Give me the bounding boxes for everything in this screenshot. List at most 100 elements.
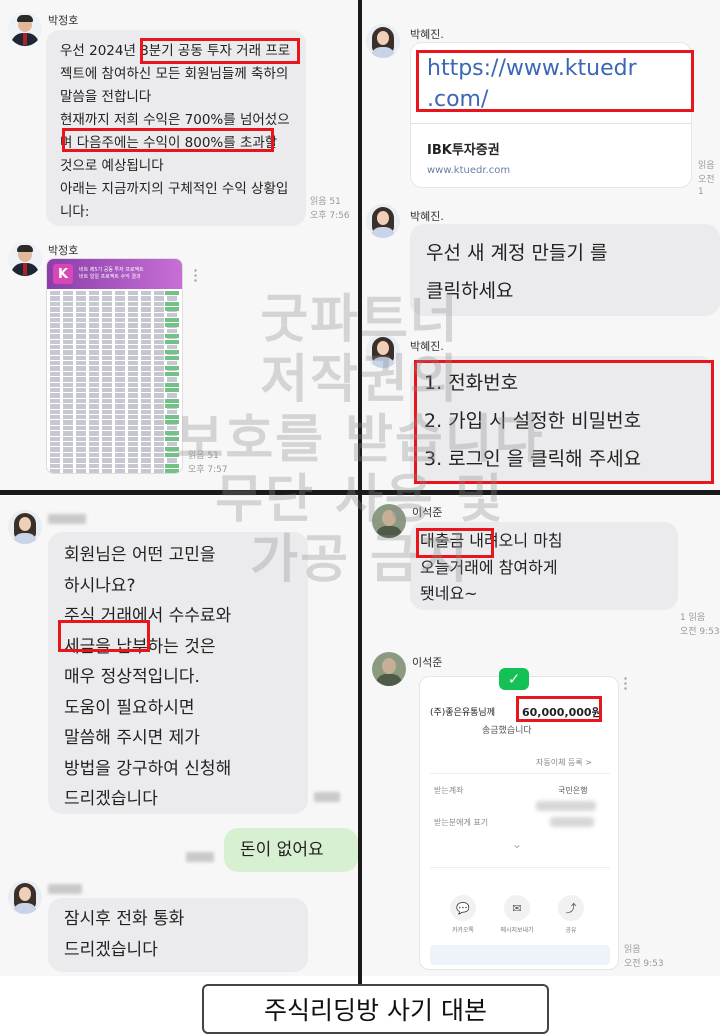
receipt-footer bbox=[430, 945, 610, 965]
table-row bbox=[50, 334, 179, 339]
table-row bbox=[50, 350, 179, 355]
account-label: 받는계좌 bbox=[434, 786, 464, 795]
avatar[interactable] bbox=[372, 652, 406, 686]
profit-cell bbox=[165, 414, 179, 419]
read-count: 읽음 51 bbox=[310, 197, 341, 207]
button-label: 카카오톡 bbox=[451, 927, 475, 934]
table-row bbox=[50, 414, 179, 420]
avatar[interactable] bbox=[366, 24, 400, 58]
message-time: 오전 9:53 bbox=[680, 627, 720, 637]
table-row bbox=[50, 404, 179, 409]
message-text: 잠시후 전화 통화 드리겠습니다 bbox=[64, 909, 185, 960]
read-count: 읽음 51 bbox=[188, 451, 219, 461]
more-dots-icon[interactable] bbox=[194, 268, 197, 282]
memo-label: 받는분에게 표기 bbox=[434, 818, 489, 827]
panel-bottom-right: 이석준 대출금 내려오니 마침 오늘거래에 참여하게 됏네요~ 1 읽음 오전 … bbox=[362, 496, 720, 976]
table-row bbox=[50, 307, 179, 312]
profit-cell bbox=[165, 447, 179, 452]
table-row bbox=[50, 436, 179, 441]
memo-blurred bbox=[550, 817, 594, 827]
panel-bottom-left: 회원님은 어떤 고민을 하시나요? 주식 거래에서 수수료와 세금을 납부하는 … bbox=[0, 496, 358, 976]
profit-cell bbox=[165, 339, 179, 344]
table-row bbox=[50, 431, 179, 436]
chevron-down-icon[interactable]: ⌄ bbox=[512, 837, 522, 851]
table-row bbox=[50, 463, 179, 468]
message-text: 회원님은 어떤 고민을 하시나요? 주식 거래에서 수수료와 세금을 납부하는 … bbox=[64, 545, 232, 809]
profit-cell bbox=[165, 323, 179, 328]
table-row bbox=[50, 409, 179, 414]
highlight-box bbox=[516, 696, 602, 722]
image-title: 비트 제5기 공동 투자 프로젝트 비트 일일 프로젝트 수익 결과 bbox=[79, 267, 144, 280]
table-row bbox=[50, 382, 179, 388]
bank-name: 국민은행 bbox=[558, 786, 588, 795]
image-header: K 비트 제5기 공동 투자 프로젝트 비트 일일 프로젝트 수익 결과 bbox=[47, 259, 182, 289]
table-row bbox=[50, 312, 179, 317]
sender-name: 이석준 bbox=[412, 506, 443, 519]
highlight-box bbox=[414, 360, 714, 484]
sender-name: 박혜진. bbox=[410, 28, 444, 41]
panel-top-right: 박혜진. https://www.ktuedr .com/ IBK투자증권 ww… bbox=[362, 0, 720, 490]
link-site-name: IBK투자증권 bbox=[427, 143, 500, 158]
message-bubble[interactable]: 잠시후 전화 통화 드리겠습니다 bbox=[48, 898, 308, 972]
caption: 주식리딩방 사기 대본 bbox=[202, 984, 549, 1034]
image-message[interactable]: K 비트 제5기 공동 투자 프로젝트 비트 일일 프로젝트 수익 결과 bbox=[46, 258, 183, 474]
message-icon[interactable]: ✉ bbox=[504, 895, 530, 921]
table-row bbox=[50, 328, 179, 334]
divider bbox=[411, 123, 691, 124]
button-label: 공유 bbox=[565, 927, 577, 934]
more-dots-icon[interactable] bbox=[624, 676, 627, 690]
button-label: 메시지보내기 bbox=[500, 927, 534, 934]
sender-name-blurred bbox=[48, 884, 82, 894]
profit-cell bbox=[165, 355, 179, 360]
sent-label: 송금했습니다 bbox=[482, 726, 532, 736]
panel-top-left: 박정호 우선 2024년 3분기 공동 투자 거래 프로 젝트에 참여하신 모든… bbox=[0, 0, 358, 490]
sender-name: 박혜진. bbox=[410, 340, 444, 353]
profit-cell bbox=[165, 366, 179, 371]
profit-cell bbox=[165, 398, 179, 403]
avatar[interactable] bbox=[8, 12, 42, 46]
my-message-bubble[interactable]: 돈이 없어요 bbox=[224, 828, 358, 872]
image-table bbox=[47, 289, 182, 473]
message-bubble[interactable]: 우선 새 계정 만들기 를 클릭하세요 bbox=[410, 224, 720, 316]
table-row bbox=[50, 468, 179, 473]
table-row bbox=[50, 388, 179, 393]
table-row bbox=[50, 301, 179, 307]
horizontal-divider bbox=[0, 490, 720, 495]
share-icon[interactable]: ⤴ bbox=[558, 895, 584, 921]
table-row bbox=[50, 291, 179, 296]
table-row bbox=[50, 458, 179, 463]
avatar[interactable] bbox=[366, 204, 400, 238]
sender-name: 이석준 bbox=[412, 656, 443, 669]
message-bubble[interactable]: 회원님은 어떤 고민을 하시나요? 주식 거래에서 수수료와 세금을 납부하는 … bbox=[48, 532, 308, 814]
k-logo-icon: K bbox=[53, 264, 73, 284]
sender-name: 박혜진. bbox=[410, 210, 444, 223]
table-row bbox=[50, 366, 179, 371]
table-row bbox=[50, 344, 179, 350]
table-row bbox=[50, 371, 179, 377]
table-row bbox=[50, 420, 179, 425]
kakaotalk-icon[interactable]: 💬 bbox=[450, 895, 476, 921]
avatar[interactable] bbox=[372, 504, 406, 538]
profit-cell bbox=[165, 334, 179, 339]
highlight-box bbox=[416, 50, 694, 112]
table-row bbox=[50, 317, 179, 323]
message-time: 오전 1 bbox=[698, 175, 715, 197]
avatar[interactable] bbox=[8, 510, 42, 544]
recipient: (주)좋은유통님께 bbox=[430, 708, 495, 718]
table-row bbox=[50, 355, 179, 361]
message-time: 오후 7:56 bbox=[310, 211, 350, 221]
check-icon: ✓ bbox=[499, 668, 529, 690]
avatar[interactable] bbox=[8, 242, 42, 276]
profit-cell bbox=[165, 404, 179, 409]
table-row bbox=[50, 361, 179, 366]
profit-cell bbox=[165, 388, 179, 393]
profit-cell bbox=[165, 382, 179, 387]
avatar[interactable] bbox=[366, 334, 400, 368]
profit-cell bbox=[165, 431, 179, 436]
read-count: 읽음 bbox=[698, 161, 715, 171]
auto-transfer-link[interactable]: 자동이체 등록 > bbox=[536, 757, 592, 768]
avatar[interactable] bbox=[8, 880, 42, 914]
table-row bbox=[50, 447, 179, 452]
table-row bbox=[50, 441, 179, 447]
profit-cell bbox=[165, 291, 179, 295]
